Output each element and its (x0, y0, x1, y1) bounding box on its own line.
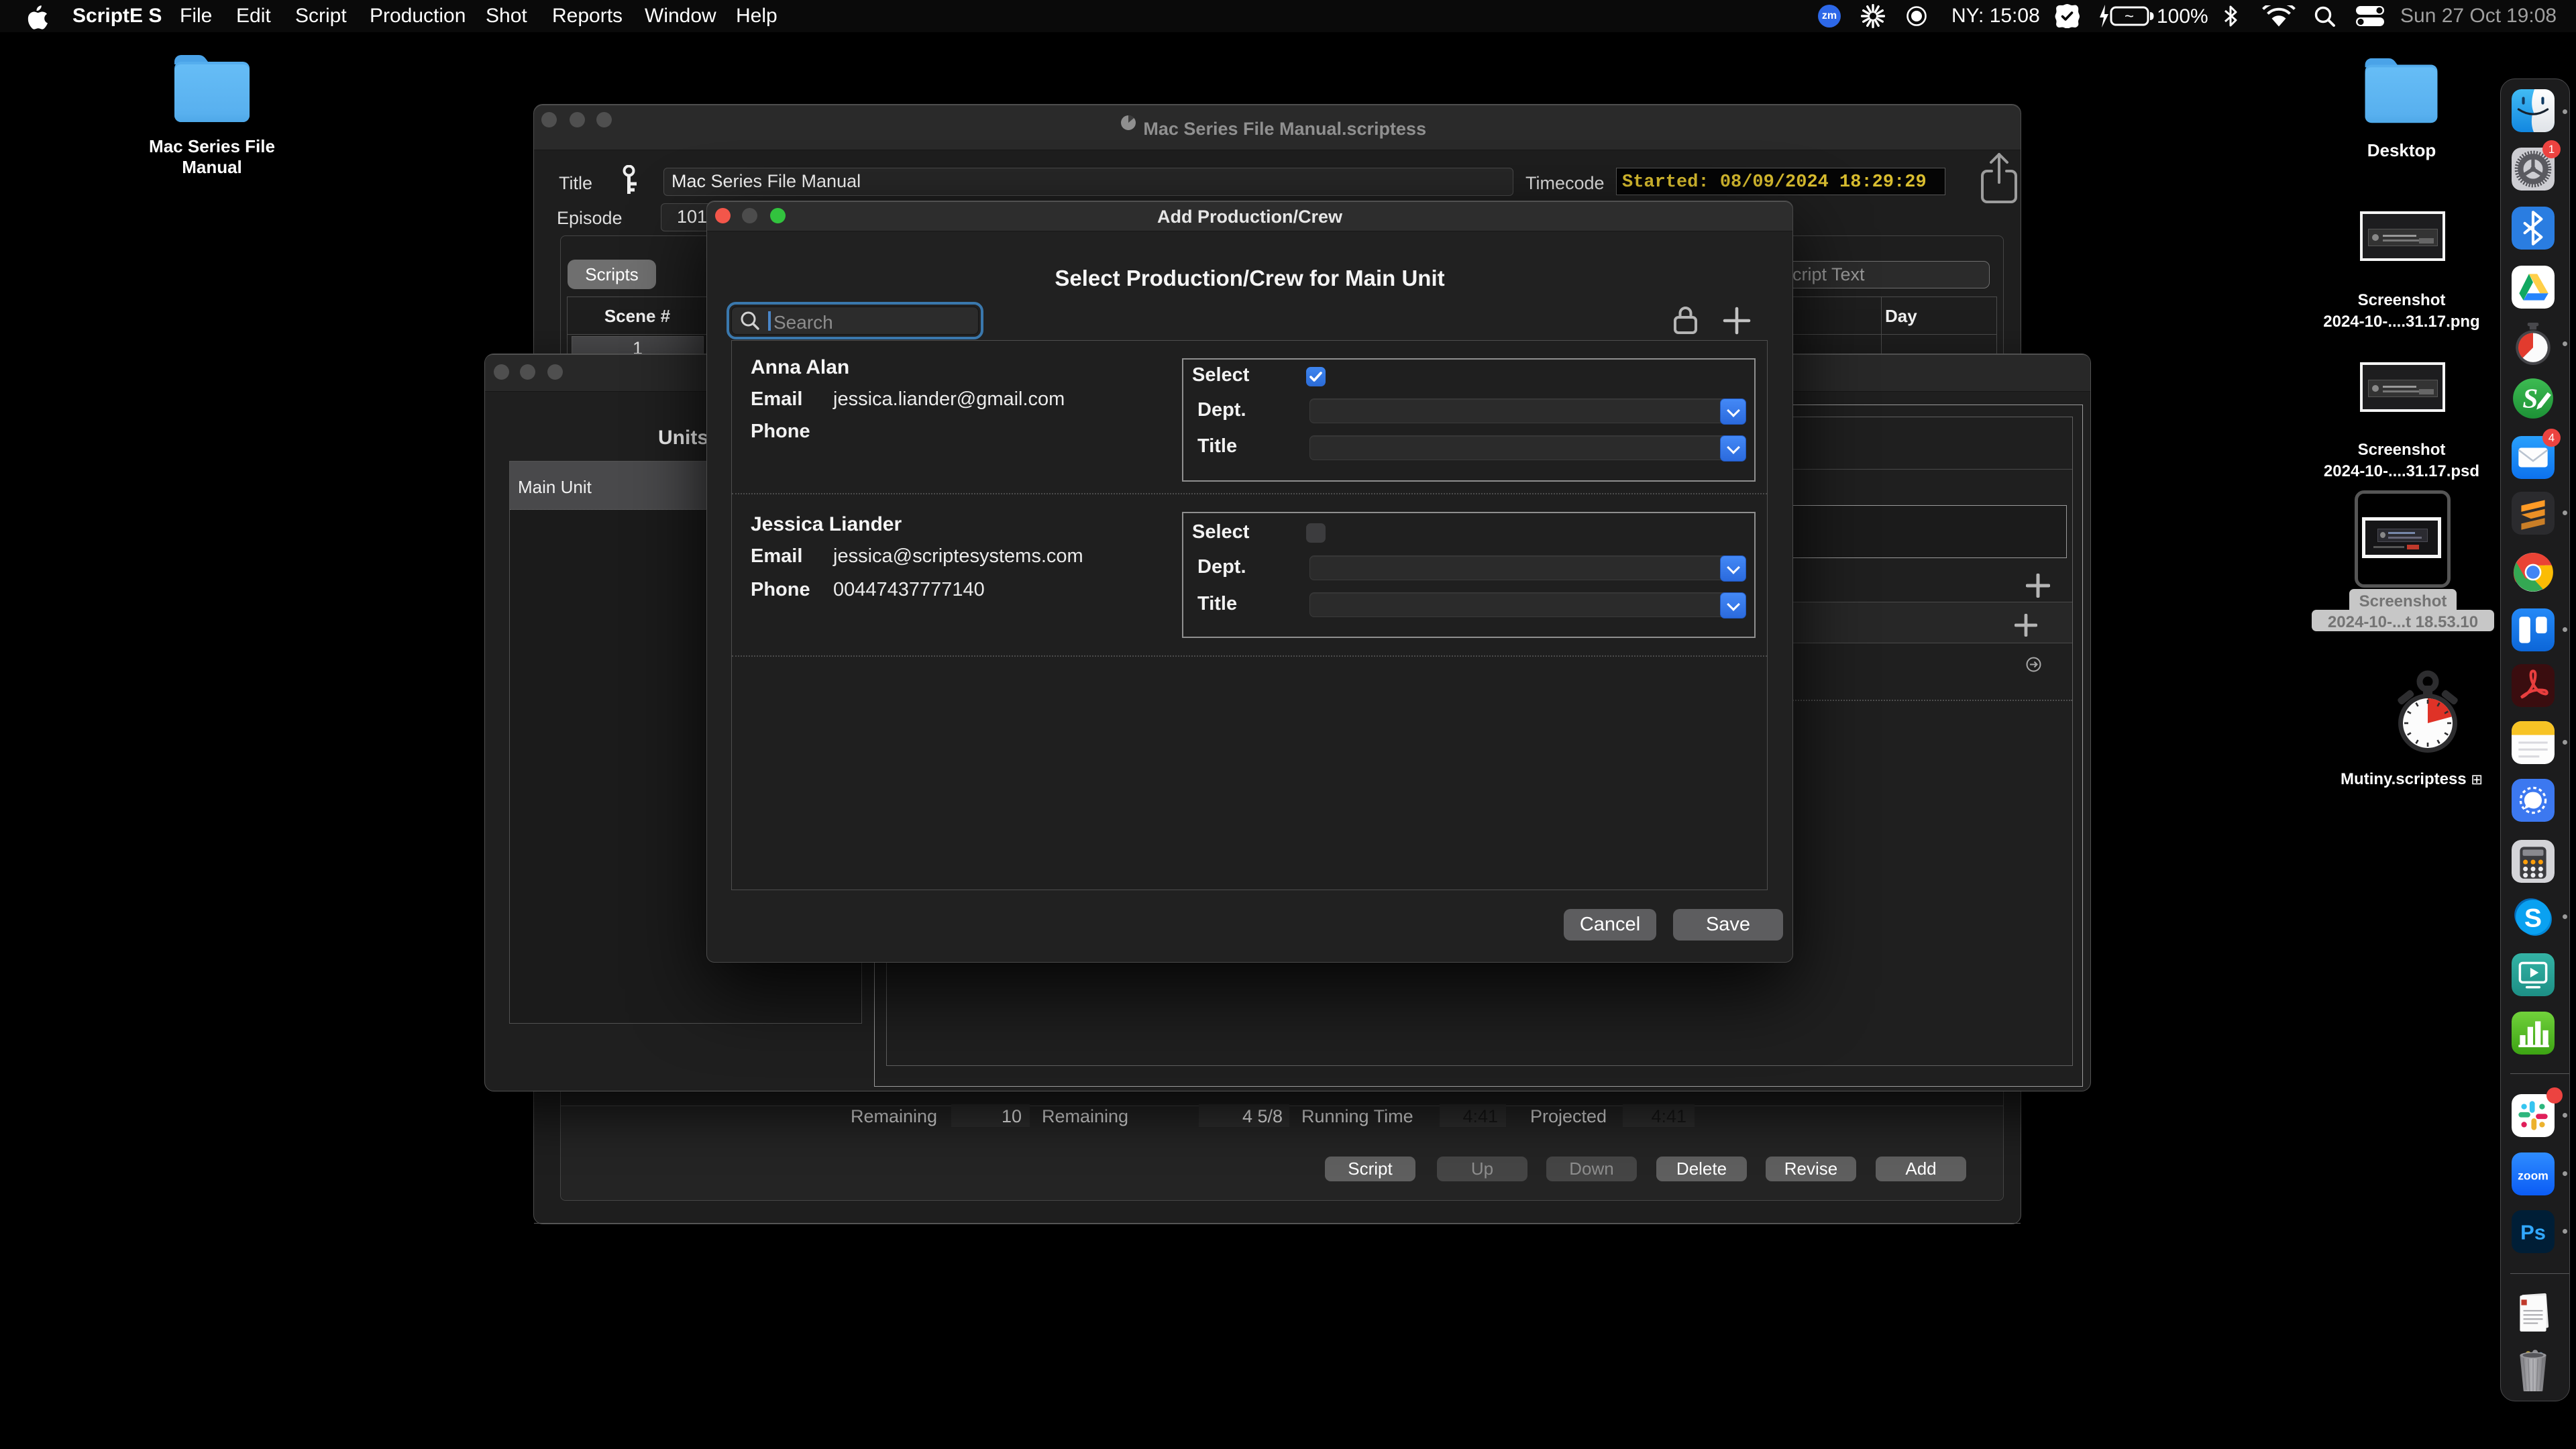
svg-text:100%: 100% (2157, 5, 2208, 28)
svg-text:Ps: Ps (2520, 1220, 2546, 1244)
svg-text:~: ~ (2125, 7, 2134, 25)
svg-text:S: S (2522, 382, 2538, 413)
svg-text:S: S (2524, 903, 2542, 932)
svg-text:zoom: zoom (2518, 1169, 2548, 1182)
